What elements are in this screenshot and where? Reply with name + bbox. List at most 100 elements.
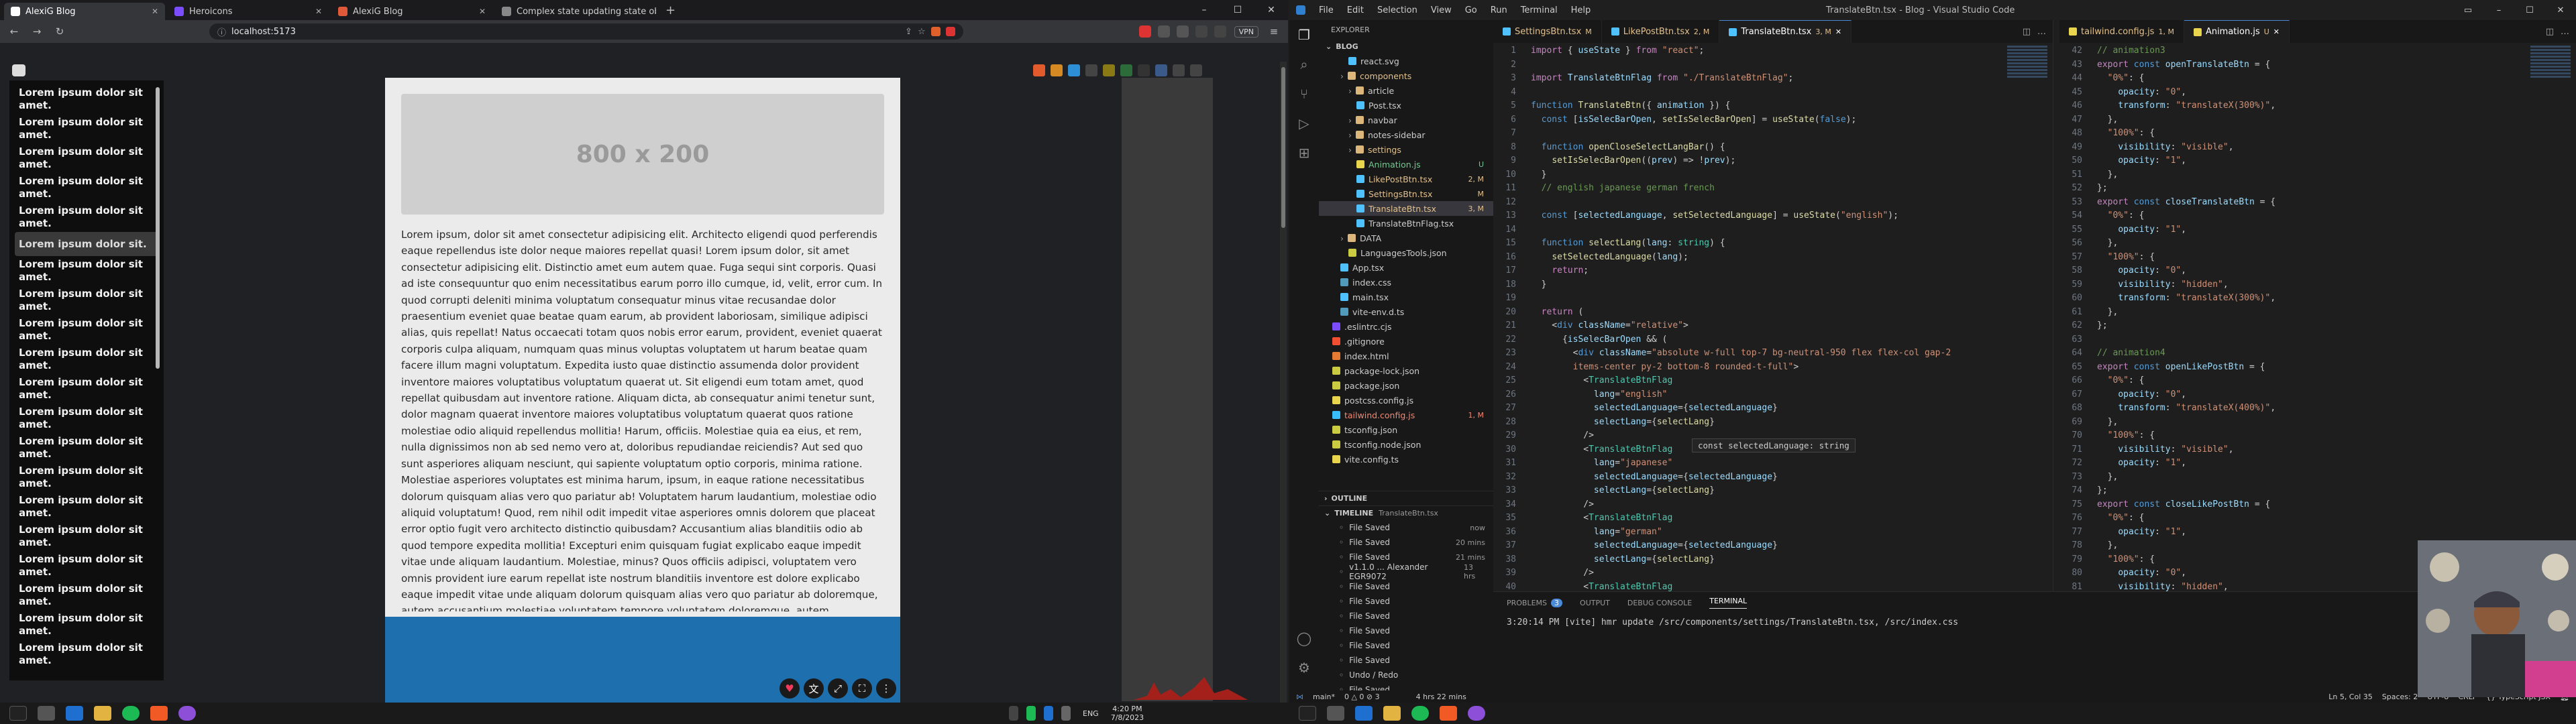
search-icon[interactable] [38, 706, 55, 721]
file-item[interactable]: App.tsx [1319, 260, 1493, 275]
menu-item-terminal[interactable]: Terminal [1521, 5, 1558, 15]
app-icon[interactable] [1468, 706, 1485, 721]
file-item[interactable]: postcss.config.js [1319, 393, 1493, 408]
tab-close-icon[interactable]: ✕ [315, 7, 322, 16]
start-icon[interactable] [9, 706, 27, 721]
brave-rewards-icon[interactable] [945, 27, 955, 36]
minimap[interactable] [2530, 44, 2571, 131]
browser-tab[interactable]: AlexiG Blog ✕ [331, 3, 492, 20]
file-item[interactable]: index.html [1319, 349, 1493, 363]
tray-icon[interactable] [1026, 706, 1036, 721]
more-actions-icon[interactable]: … [2037, 27, 2046, 37]
panel-tab-terminal[interactable]: TERMINAL [1709, 597, 1748, 609]
menu-item-go[interactable]: Go [1465, 5, 1477, 15]
tray-icon[interactable] [1068, 64, 1080, 76]
file-item[interactable]: react.svg [1319, 54, 1493, 68]
folder-item[interactable]: › DATA [1319, 231, 1493, 245]
file-item[interactable]: .eslintrc.cjs [1319, 319, 1493, 334]
editor-splitter[interactable] [2053, 20, 2059, 591]
file-item[interactable]: vite.config.ts [1319, 452, 1493, 467]
panel-tab-output[interactable]: OUTPUT [1580, 599, 1610, 607]
browser-maximize-icon[interactable]: ☐ [1221, 0, 1254, 20]
sidebar-icon[interactable] [1195, 25, 1208, 38]
file-item[interactable]: TranslateBtn.tsx 3, M [1319, 201, 1493, 216]
timeline-item[interactable]: ◦ File Saved [1319, 579, 1493, 594]
tray-icon[interactable] [1044, 706, 1053, 721]
share-icon[interactable]: ⇪ [905, 27, 912, 37]
start-icon[interactable] [1299, 706, 1316, 721]
maximize-icon[interactable]: ☐ [2514, 0, 2545, 20]
status-item[interactable]: 0 △ 0 ⊘ 3 [1344, 692, 1380, 701]
brave-taskbar-icon[interactable] [1440, 706, 1457, 721]
menu-item-file[interactable]: File [1319, 5, 1334, 15]
terminal-output[interactable]: 3:20:14 PM [vite] hmr update /src/compon… [1493, 617, 2576, 627]
timeline-item[interactable]: ◦ File Saved 20 mins [1319, 535, 1493, 550]
folder-item[interactable]: › settings [1319, 142, 1493, 157]
sidebar-item[interactable]: Lorem ipsum dolor sit amet. [15, 345, 158, 374]
input-language[interactable]: ENG [1083, 709, 1099, 718]
editor-tab[interactable]: SettingsBtn.tsx M [1493, 20, 1602, 43]
sidebar-item[interactable]: Lorem ipsum dolor sit amet. [15, 202, 158, 232]
expand-icon[interactable]: ⤢ [828, 678, 848, 699]
timeline-item[interactable]: ◦ File Saved now [1319, 520, 1493, 535]
file-item[interactable]: Post.tsx [1319, 98, 1493, 113]
sidebar-item[interactable]: Lorem ipsum dolor sit. [15, 232, 158, 256]
layout-icon[interactable]: ▭ [2453, 0, 2483, 20]
status-item[interactable]: main* [1313, 692, 1335, 701]
fullscreen-icon[interactable]: ⛶ [852, 678, 872, 699]
editor-tab[interactable]: LikePostBtn.tsx 2, M [1602, 20, 1720, 43]
run-debug-icon[interactable]: ▷ [1289, 109, 1319, 138]
search-icon[interactable] [1327, 706, 1344, 721]
menu-item-help[interactable]: Help [1571, 5, 1591, 15]
timeline-item[interactable]: ◦ File Saved [1319, 623, 1493, 638]
extensions-icon[interactable]: ⊞ [1289, 138, 1319, 168]
file-item[interactable]: index.css [1319, 275, 1493, 290]
tray-icon[interactable] [1120, 64, 1132, 76]
folder-item[interactable]: › article [1319, 83, 1493, 98]
sidebar-item[interactable]: Lorem ipsum dolor sit amet. [15, 84, 158, 114]
puzzle-icon[interactable] [1176, 25, 1189, 38]
sidebar-item[interactable]: Lorem ipsum dolor sit amet. [15, 433, 158, 463]
file-item[interactable]: vite-env.d.ts [1319, 304, 1493, 319]
tab-close-icon[interactable]: ✕ [2273, 27, 2279, 36]
tab-close-icon[interactable]: ✕ [479, 7, 486, 16]
status-timer[interactable]: 4 hrs 22 mins [1416, 692, 1466, 701]
file-item[interactable]: .gitignore [1319, 334, 1493, 349]
wallet-icon[interactable] [1214, 25, 1226, 38]
browser-tab[interactable]: Heroicons ✕ [168, 3, 329, 20]
timeline-item[interactable]: ◦ Undo / Redo [1319, 668, 1493, 682]
folder-item[interactable]: › components [1319, 68, 1493, 83]
file-explorer-icon[interactable] [1383, 706, 1401, 721]
file-item[interactable]: package.json [1319, 378, 1493, 393]
more-actions-icon[interactable]: … [2561, 27, 2569, 37]
panel-tab-debug-console[interactable]: DEBUG CONSOLE [1627, 599, 1692, 607]
timeline-section[interactable]: ⌄ TIMELINE TranslateBtn.tsx [1319, 505, 1493, 520]
sidebar-item[interactable]: Lorem ipsum dolor sit amet. [15, 463, 158, 492]
tray-icon[interactable] [1051, 64, 1063, 76]
sidebar-item[interactable]: Lorem ipsum dolor sit amet. [15, 404, 158, 433]
file-item[interactable]: main.tsx [1319, 290, 1493, 304]
file-item[interactable]: tsconfig.json [1319, 422, 1493, 437]
file-item[interactable]: LanguagesTools.json [1319, 245, 1493, 260]
file-item[interactable]: TranslateBtnFlag.tsx [1319, 216, 1493, 231]
extension-icon[interactable] [1157, 25, 1170, 38]
project-root[interactable]: ⌄ BLOG [1319, 39, 1493, 54]
file-item[interactable]: Animation.js U [1319, 157, 1493, 172]
tray-icon[interactable] [1085, 64, 1097, 76]
tab-close-icon[interactable]: ✕ [152, 7, 158, 16]
manage-gear-icon[interactable]: ⚙ [1289, 653, 1319, 682]
search-icon[interactable]: ⌕ [1289, 50, 1319, 79]
clock[interactable]: 4:20 PM 7/8/2023 [1111, 705, 1144, 722]
forward-icon[interactable]: → [30, 24, 44, 39]
brave-taskbar-icon[interactable] [150, 706, 168, 721]
vpn-button[interactable]: VPN [1234, 25, 1258, 38]
tray-icon[interactable] [1103, 64, 1115, 76]
code-editor[interactable]: 1 import { useState } from "react"; 2 3 impo… [1493, 44, 2053, 591]
folder-item[interactable]: › notes-sidebar [1319, 127, 1493, 142]
split-editor-icon[interactable]: ◫ [2546, 27, 2554, 37]
vscode-taskbar-icon[interactable] [66, 706, 83, 721]
browser-tab[interactable]: Complex state updating state objects✕ [495, 3, 656, 20]
status-item[interactable]: Ln 5, Col 35 [2328, 692, 2373, 701]
menu-item-run[interactable]: Run [1491, 5, 1507, 15]
sidebar-item[interactable]: Lorem ipsum dolor sit amet. [15, 256, 158, 286]
